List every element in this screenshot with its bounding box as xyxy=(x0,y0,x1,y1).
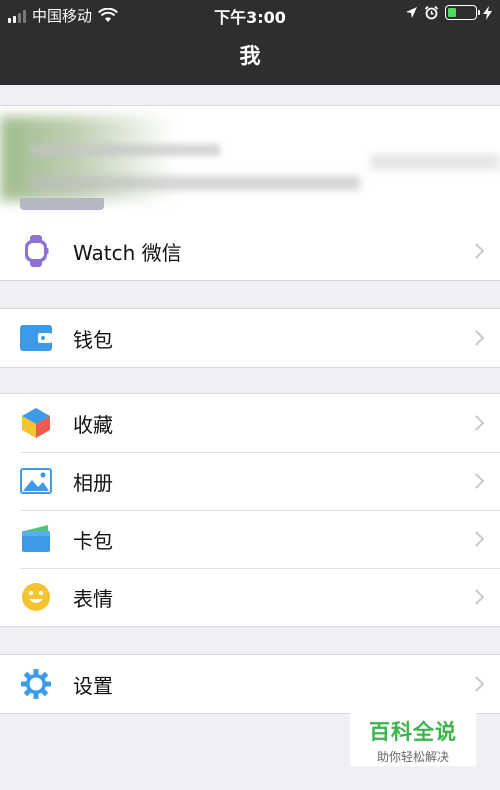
menu-label-watch: Watch 微信 xyxy=(73,240,182,265)
menu-label-settings: 设置 xyxy=(73,673,113,698)
menu-item-watch[interactable]: Watch 微信 xyxy=(0,222,500,280)
battery-icon xyxy=(445,5,480,20)
chevron-right-icon xyxy=(468,589,485,605)
menu-label-favorites: 收藏 xyxy=(73,412,113,437)
watermark-title: 百科全说 xyxy=(369,720,457,744)
album-icon xyxy=(20,465,52,497)
alarm-icon xyxy=(424,5,439,20)
gear-icon xyxy=(20,668,52,700)
watermark-subtitle: 助你轻松解决 xyxy=(376,750,449,764)
menu-item-album[interactable]: 相册 xyxy=(0,452,500,510)
menu-label-wallet: 钱包 xyxy=(73,327,113,352)
menu-item-favorites[interactable]: 收藏 xyxy=(0,394,500,452)
location-icon xyxy=(406,7,417,18)
menu-label-cards: 卡包 xyxy=(73,528,113,553)
chevron-right-icon xyxy=(468,415,485,431)
wechat-id-redacted xyxy=(30,176,360,190)
profile-group: Watch 微信 xyxy=(0,105,500,281)
qr-code-redacted xyxy=(370,154,500,170)
menu-item-cards[interactable]: 卡包 xyxy=(0,510,500,568)
watermark: 百科全说 助你轻松解决 xyxy=(350,712,476,766)
status-right xyxy=(405,5,492,20)
smiley-icon xyxy=(20,581,52,613)
chevron-right-icon xyxy=(468,330,485,346)
chevron-right-icon xyxy=(468,473,485,489)
card-pack-icon xyxy=(20,523,52,555)
favorites-cube-icon xyxy=(20,407,52,439)
chevron-right-icon xyxy=(468,531,485,547)
battery-fill xyxy=(448,8,456,17)
profile-thumbnail xyxy=(20,198,104,210)
nickname-redacted xyxy=(30,144,220,156)
menu-item-wallet[interactable]: 钱包 xyxy=(0,309,500,367)
content-group: 收藏 相册 卡包 表情 xyxy=(0,393,500,627)
watch-icon xyxy=(20,235,52,267)
page-title: 我 xyxy=(239,44,261,68)
menu-label-album: 相册 xyxy=(73,470,113,495)
profile-card[interactable] xyxy=(0,106,500,222)
menu-item-settings[interactable]: 设置 xyxy=(0,655,500,713)
wallet-icon xyxy=(20,322,52,354)
status-bar: 中国移动 下午3:00 xyxy=(0,0,500,28)
nav-bar: 我 xyxy=(0,28,500,85)
settings-group: 设置 xyxy=(0,654,500,714)
menu-item-stickers[interactable]: 表情 xyxy=(0,568,500,626)
charging-bolt-icon xyxy=(483,5,492,20)
chevron-right-icon xyxy=(468,243,485,259)
wallet-group: 钱包 xyxy=(0,308,500,368)
menu-label-stickers: 表情 xyxy=(73,586,113,611)
chevron-right-icon xyxy=(468,676,485,692)
